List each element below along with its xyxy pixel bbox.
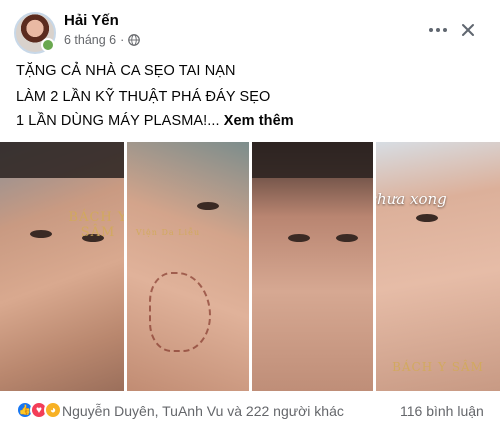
post-meta: 6 tháng 6 ·: [64, 33, 141, 47]
photo-eye: [288, 234, 310, 242]
photo-hair: [0, 142, 124, 178]
globe-icon: [128, 34, 141, 46]
meta-separator: ·: [120, 33, 125, 47]
more-options-button[interactable]: [426, 20, 450, 40]
reactors-summary[interactable]: Nguyễn Duyên, TuAnh Vu và 222 người khác: [62, 403, 344, 419]
dot-icon: [429, 28, 433, 32]
reaction-icons[interactable]: 👍 ♥ ◕: [16, 401, 62, 419]
brand-watermark: BÁCH Y SÂM: [68, 210, 124, 240]
photo-3[interactable]: [252, 142, 373, 391]
post-text-line: LÀM 2 LẦN KỸ THUẬT PHÁ ĐÁY SẸO: [16, 89, 271, 105]
dot-icon: [436, 28, 440, 32]
photo-eye: [30, 230, 52, 238]
see-more-link[interactable]: Xem thêm: [224, 113, 294, 129]
scar-mark: [149, 272, 211, 352]
post-text-line: 1 LẦN DÙNG MÁY PLASMA!... Xem thêm: [16, 113, 294, 129]
photo-hair: [252, 142, 373, 178]
photo-1[interactable]: BÁCH Y SÂM: [0, 142, 124, 391]
post-date[interactable]: 6 tháng 6: [64, 33, 116, 47]
photo-grid: BÁCH Y SÂM Viện Da Liễu Điều trị chưa xo…: [0, 142, 500, 391]
photo-eye: [336, 234, 358, 242]
dot-icon: [443, 28, 447, 32]
post-text-segment: 1 LẦN DÙNG MÁY PLASMA!...: [16, 113, 220, 129]
comments-count[interactable]: 116 bình luận: [400, 403, 484, 419]
close-button[interactable]: [456, 18, 480, 42]
photo-eye: [197, 202, 219, 210]
photo-eye: [416, 214, 438, 222]
brand-watermark-sub: Viện Da Liễu: [135, 228, 201, 237]
brand-watermark: BÁCH Y SÂM: [392, 360, 484, 374]
overlay-caption: Điều trị chưa xong: [376, 190, 447, 208]
post-text-line: TẶNG CẢ NHÀ CA SẸO TAI NẠN: [16, 63, 236, 79]
feed-post: Hải Yến 6 tháng 6 · TẶNG CẢ NHÀ CA SẸO T…: [0, 0, 500, 434]
photo-4[interactable]: Điều trị chưa xong BÁCH Y SÂM: [376, 142, 500, 391]
close-icon: [462, 24, 474, 36]
avatar-badge: [41, 38, 55, 52]
photo-2[interactable]: Viện Da Liễu: [127, 142, 249, 391]
wow-icon: ◕: [44, 401, 62, 419]
author-name[interactable]: Hải Yến: [64, 12, 119, 29]
